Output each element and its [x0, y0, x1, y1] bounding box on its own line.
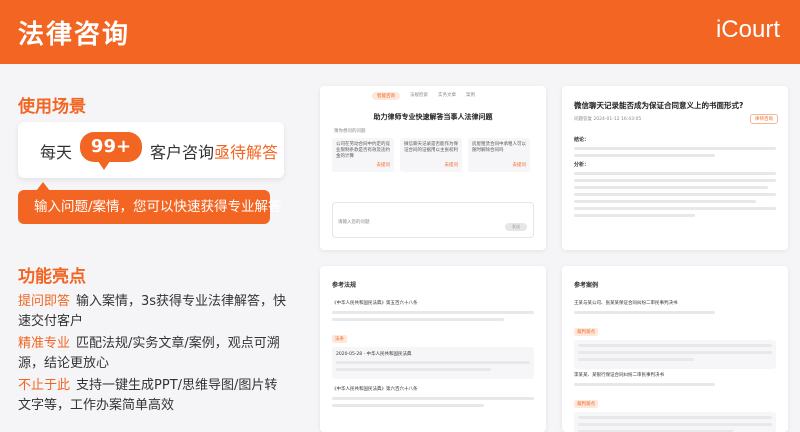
tab-consult[interactable]: 智能咨询: [372, 92, 400, 100]
ask-link: 去提问: [376, 163, 391, 168]
chat-tab-bar: 智能咨询 法规检索 实务文章 案例: [372, 92, 475, 100]
cases-screenshot-panel: 参考案例 王某与某公司、张某某保证合同纠纷二审民事判决书 裁判观点 李某某、某银…: [562, 266, 788, 432]
feature-keyword: 精准专业: [18, 336, 71, 351]
usage-section-title: 使用场景: [18, 97, 86, 117]
consult-badge[interactable]: 律师咨询: [750, 114, 778, 124]
regulations-heading: 参考法规: [332, 282, 357, 289]
law-chip: 法条: [332, 335, 347, 343]
stat-suffix: 客户咨询亟待解答: [150, 143, 279, 162]
feature-item: 不止于此 支持一键生成PPT/思维导图/图片转文字等，工作办案简单高效: [18, 376, 290, 416]
question-input[interactable]: 请输入您的问题 发送: [332, 202, 534, 238]
header-bar: 法律咨询 iCourt: [0, 0, 800, 64]
answer-screenshot-panel: 微信聊天记录能否成为保证合同意义上的书面形式? 问题答复 2024-01-12 …: [562, 86, 788, 250]
suggest-card[interactable]: 微信聊天记录是否能作为保证合同的证据用以主张权利 去提问: [400, 138, 462, 172]
chat-screenshot-panel: 智能咨询 法规检索 实务文章 案例 助力律师专业快速解答当事人法律问题 猜你想问…: [320, 86, 546, 250]
regulations-screenshot-panel: 参考法规 《中华人民共和国民法典》第五百六十八条 法条 2020-05-28 ·…: [320, 266, 546, 432]
answer-body: 结论： 分析：: [574, 132, 776, 221]
cases-heading: 参考案例: [574, 282, 599, 289]
suggest-hint: 猜你想问的问题: [334, 129, 366, 134]
case-item[interactable]: 王某与某公司、张某某保证合同纠纷二审民事判决书 裁判观点: [574, 300, 776, 369]
tab-articles[interactable]: 实务文章: [438, 92, 456, 100]
regulation-item[interactable]: 《中华人民共和国民法典》第五百六十八条 法条 2020-05-28 · 中华人民…: [332, 300, 534, 379]
answer-meta: 问题答复 2024-01-12 16:43:05: [574, 117, 642, 122]
tab-regulations[interactable]: 法规检索: [410, 92, 428, 100]
feature-item: 精准专业 匹配法规/实务文章/案例，观点可溯源，结论更放心: [18, 334, 290, 374]
feature-keyword: 提问即答: [18, 294, 71, 309]
feature-item: 提问即答 输入案情，3s获得专业法律解答，快速交付客户: [18, 292, 290, 332]
ask-link: 去提问: [512, 163, 527, 168]
page-title: 法律咨询: [18, 20, 131, 50]
answer-title: 微信聊天记录能否成为保证合同意义上的书面形式?: [574, 101, 744, 110]
input-hint-banner: 输入问题/案情，您可以快速获得专业解答: [18, 182, 282, 224]
stat-card: 每天 99+ 客户咨询亟待解答: [18, 122, 284, 178]
feature-keyword: 不止于此: [18, 378, 71, 393]
regulation-source: 2020-05-28 · 中华人民共和国民法典: [336, 352, 412, 357]
ruling-chip: 裁判观点: [574, 400, 598, 408]
icourt-logo: iCourt: [715, 16, 780, 43]
features-section-title: 功能亮点: [18, 267, 86, 287]
stat-highlight: 亟待解答: [214, 143, 279, 162]
conclusion-label: 结论：: [574, 137, 590, 143]
send-button[interactable]: 发送: [505, 223, 527, 231]
case-item[interactable]: 李某某、某银行保证合同纠纷二审民事判决书 裁判观点: [574, 372, 776, 432]
chat-title: 助力律师专业快速解答当事人法律问题: [373, 113, 493, 121]
analysis-label: 分析：: [574, 162, 590, 168]
input-placeholder: 请输入您的问题: [338, 220, 370, 225]
stat-prefix: 每天: [40, 143, 73, 162]
tab-cases[interactable]: 案例: [466, 92, 475, 100]
ask-link: 去提问: [444, 163, 459, 168]
suggest-card[interactable]: 公司在劳动合同中约定的竞业限制条款是否有效及违约金的计算 去提问: [332, 138, 394, 172]
regulation-item[interactable]: 《中华人民共和国民法典》第六百六十八条: [332, 386, 534, 411]
suggest-card[interactable]: 房屋租赁合同中承租人可以随时解除合同吗 去提问: [468, 138, 530, 172]
stat-number-bubble: 99+: [80, 132, 142, 170]
ruling-chip: 裁判观点: [574, 328, 598, 336]
